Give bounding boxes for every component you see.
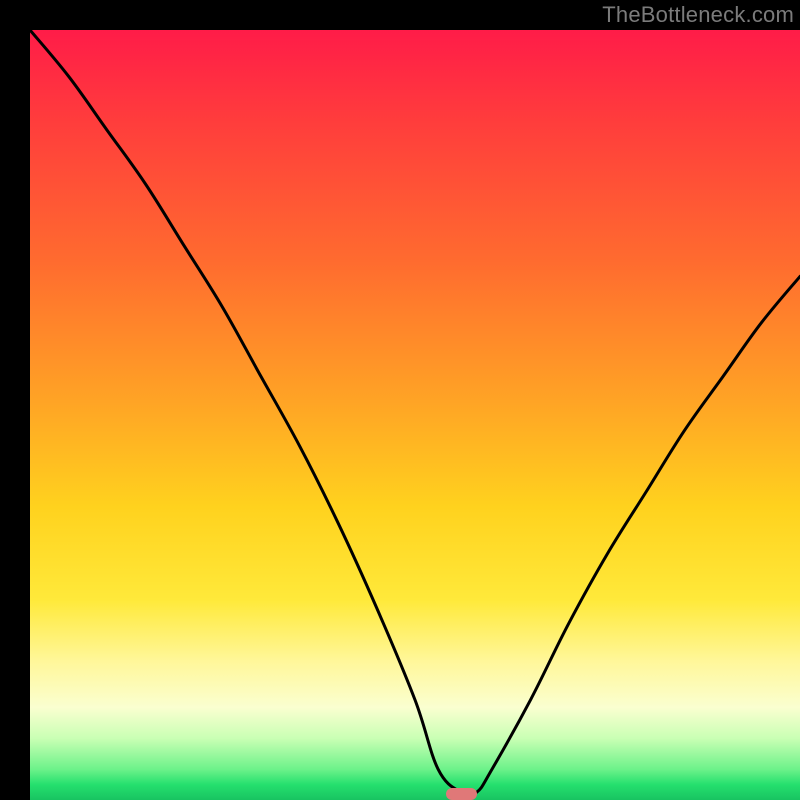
bottleneck-curve	[30, 30, 800, 800]
plot-area	[30, 30, 800, 800]
optimal-marker	[446, 788, 477, 800]
chart-frame: TheBottleneck.com	[0, 0, 800, 800]
watermark-text: TheBottleneck.com	[602, 2, 794, 28]
